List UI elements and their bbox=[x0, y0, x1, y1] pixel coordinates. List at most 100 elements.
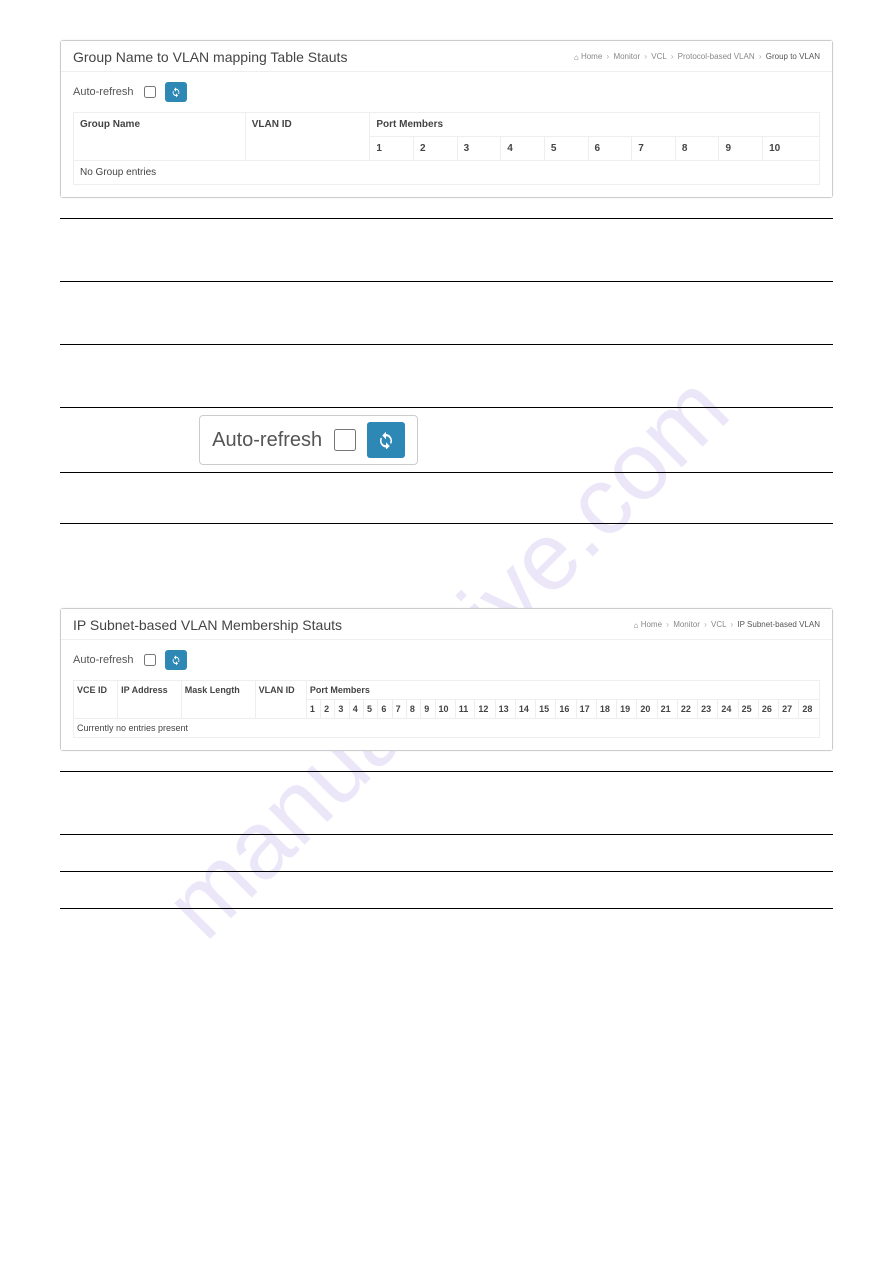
port-col: 3 bbox=[335, 700, 349, 719]
port-col: 8 bbox=[675, 137, 719, 161]
col-vlan-id: VLAN ID bbox=[245, 113, 370, 161]
port-col: 9 bbox=[719, 137, 763, 161]
port-col: 16 bbox=[556, 700, 576, 719]
desc-cell: . bbox=[60, 473, 199, 524]
port-col: 18 bbox=[596, 700, 616, 719]
col-vlan-id: VLAN ID bbox=[255, 681, 306, 719]
desc-cell: . bbox=[199, 282, 833, 345]
port-col: 17 bbox=[576, 700, 596, 719]
port-col: 5 bbox=[364, 700, 378, 719]
panel1-body: Auto-refresh Group Name VLAN ID Port Mem… bbox=[61, 72, 832, 197]
no-entries-text: No Group entries bbox=[74, 161, 820, 185]
bc-item[interactable]: Monitor bbox=[613, 52, 640, 61]
port-col: 21 bbox=[657, 700, 677, 719]
autorefresh-label: Auto-refresh bbox=[212, 429, 322, 452]
refresh-button[interactable] bbox=[367, 422, 405, 458]
desc-cell: . bbox=[199, 772, 833, 835]
col-vce-id: VCE ID bbox=[74, 681, 118, 719]
refresh-icon bbox=[171, 654, 181, 666]
panel2-body: Auto-refresh VCE ID IP Address Mask Leng… bbox=[61, 640, 832, 750]
port-col: 1 bbox=[306, 700, 320, 719]
desc-cell: . bbox=[60, 219, 199, 282]
port-col: 11 bbox=[455, 700, 475, 719]
desc-autorefresh-cell: Auto-refresh bbox=[199, 408, 833, 473]
col-port-members: Port Members bbox=[306, 681, 819, 700]
spacer bbox=[60, 548, 833, 608]
bc-item[interactable]: Home bbox=[581, 52, 602, 61]
desc-cell: . bbox=[60, 772, 199, 835]
desc-table-2: .. .. .. bbox=[60, 771, 833, 909]
col-group-name: Group Name bbox=[74, 113, 246, 161]
desc-table-1: .. .. .. . Auto-refresh .. bbox=[60, 218, 833, 524]
panel2-title: IP Subnet-based VLAN Membership Stauts bbox=[73, 617, 342, 633]
autorefresh-row: Auto-refresh bbox=[73, 82, 820, 102]
port-col: 6 bbox=[378, 700, 392, 719]
desc-cell: . bbox=[199, 835, 833, 872]
port-col: 10 bbox=[435, 700, 455, 719]
port-col: 6 bbox=[588, 137, 632, 161]
port-col: 4 bbox=[501, 137, 545, 161]
port-col: 22 bbox=[677, 700, 697, 719]
refresh-icon bbox=[377, 431, 395, 449]
port-col: 1 bbox=[370, 137, 414, 161]
panel2-table: VCE ID IP Address Mask Length VLAN ID Po… bbox=[73, 680, 820, 738]
desc-cell: . bbox=[60, 872, 199, 909]
chevron-right-icon: › bbox=[669, 52, 676, 61]
bc-item-active: Group to VLAN bbox=[766, 52, 820, 61]
autorefresh-label: Auto-refresh bbox=[73, 654, 134, 666]
port-col: 7 bbox=[392, 700, 406, 719]
port-col: 5 bbox=[544, 137, 588, 161]
chevron-right-icon: › bbox=[729, 620, 736, 629]
panel1-title: Group Name to VLAN mapping Table Stauts bbox=[73, 49, 347, 65]
bc-item[interactable]: VCL bbox=[651, 52, 666, 61]
port-col: 3 bbox=[457, 137, 501, 161]
refresh-button[interactable] bbox=[165, 650, 187, 670]
panel1-breadcrumb: ⌂ Home › Monitor › VCL › Protocol-based … bbox=[574, 52, 820, 61]
panel1-table: Group Name VLAN ID Port Members 12345678… bbox=[73, 112, 820, 185]
port-col: 10 bbox=[763, 137, 820, 161]
chevron-right-icon: › bbox=[702, 620, 709, 629]
panel1-header: Group Name to VLAN mapping Table Stauts … bbox=[61, 41, 832, 72]
bc-item[interactable]: VCL bbox=[711, 620, 726, 629]
chevron-right-icon: › bbox=[664, 620, 671, 629]
port-col: 26 bbox=[758, 700, 778, 719]
refresh-icon bbox=[171, 86, 181, 98]
desc-cell: . bbox=[199, 345, 833, 408]
home-icon[interactable]: ⌂ bbox=[574, 53, 579, 62]
port-col: 9 bbox=[421, 700, 435, 719]
bc-item[interactable]: Home bbox=[641, 620, 662, 629]
port-col: 27 bbox=[779, 700, 799, 719]
desc-cell: . bbox=[199, 219, 833, 282]
desc-cell: . bbox=[60, 345, 199, 408]
autorefresh-checkbox[interactable] bbox=[144, 654, 156, 666]
port-col: 7 bbox=[632, 137, 676, 161]
autorefresh-checkbox[interactable] bbox=[144, 86, 156, 98]
panel2-breadcrumb: ⌂ Home › Monitor › VCL › IP Subnet-based… bbox=[634, 620, 820, 629]
port-col: 23 bbox=[698, 700, 718, 719]
autorefresh-row: Auto-refresh bbox=[73, 650, 820, 670]
desc-cell: . bbox=[60, 835, 199, 872]
chevron-right-icon: › bbox=[642, 52, 649, 61]
autorefresh-checkbox[interactable] bbox=[334, 429, 356, 451]
panel-ip-subnet: IP Subnet-based VLAN Membership Stauts ⌂… bbox=[60, 608, 833, 751]
port-col: 19 bbox=[617, 700, 637, 719]
chevron-right-icon: › bbox=[605, 52, 612, 61]
refresh-button[interactable] bbox=[165, 82, 187, 102]
port-col: 14 bbox=[515, 700, 535, 719]
panel2-header: IP Subnet-based VLAN Membership Stauts ⌂… bbox=[61, 609, 832, 640]
desc-cell: . bbox=[60, 282, 199, 345]
panel-group-vlan: Group Name to VLAN mapping Table Stauts … bbox=[60, 40, 833, 198]
col-ip-address: IP Address bbox=[118, 681, 182, 719]
port-col: 8 bbox=[406, 700, 420, 719]
desc-cell: . bbox=[199, 872, 833, 909]
port-col: 2 bbox=[413, 137, 457, 161]
bc-item[interactable]: Monitor bbox=[673, 620, 700, 629]
autorefresh-widget-large: Auto-refresh bbox=[199, 415, 418, 465]
bc-item[interactable]: Protocol-based VLAN bbox=[678, 52, 755, 61]
home-icon[interactable]: ⌂ bbox=[634, 621, 639, 630]
port-col: 24 bbox=[718, 700, 738, 719]
autorefresh-label: Auto-refresh bbox=[73, 86, 134, 98]
port-col: 20 bbox=[637, 700, 657, 719]
page: Group Name to VLAN mapping Table Stauts … bbox=[0, 0, 893, 973]
desc-cell: . bbox=[60, 408, 199, 473]
